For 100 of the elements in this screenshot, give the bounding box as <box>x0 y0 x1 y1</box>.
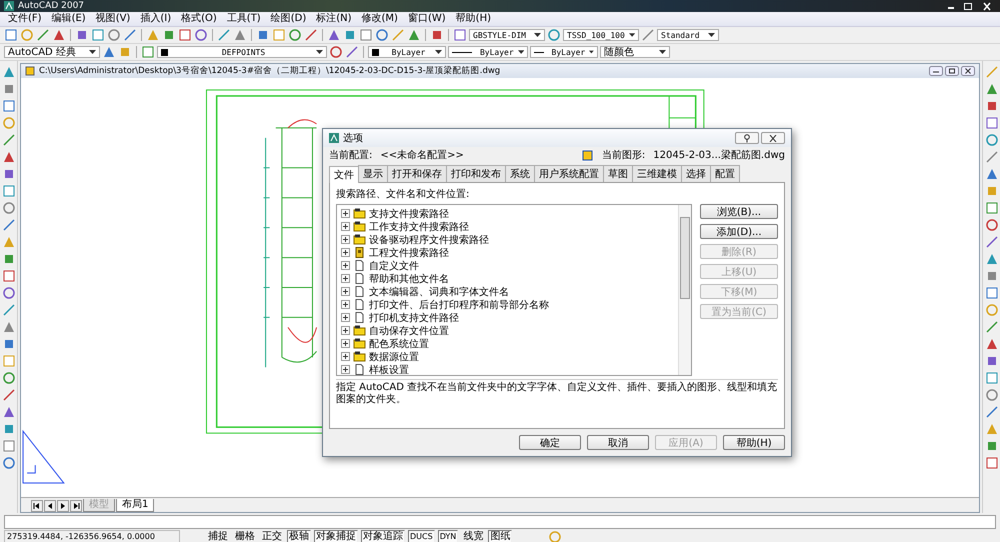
toolbar-icon[interactable] <box>984 337 998 351</box>
menu-item[interactable]: 视图(V) <box>92 12 134 26</box>
menu-item[interactable]: 编辑(E) <box>48 12 90 26</box>
expand-icon[interactable] <box>341 365 350 374</box>
toolbar-icon[interactable] <box>2 388 16 402</box>
status-toggle[interactable]: 对象追踪 <box>361 530 405 542</box>
expand-icon[interactable] <box>341 326 350 335</box>
tree-item[interactable]: 帮助和其他文件名 <box>369 272 449 286</box>
toolbar-icon[interactable] <box>178 28 192 42</box>
tree-item[interactable]: 工程文件搜索路径 <box>369 246 449 260</box>
toolbar-icon[interactable] <box>984 320 998 334</box>
toolbar-icon[interactable] <box>453 28 467 42</box>
side-button[interactable]: 浏览(B)... <box>700 204 778 219</box>
toolbar-icon[interactable] <box>141 45 155 59</box>
previous-icon[interactable] <box>44 500 56 512</box>
text-style-dropdown[interactable]: GBSTYLE-DIM <box>469 29 545 41</box>
status-toggle[interactable]: 线宽 <box>461 530 486 542</box>
toolbar-icon[interactable] <box>2 218 16 232</box>
toolbar-icon[interactable] <box>2 269 16 283</box>
menu-item[interactable]: 文件(F) <box>4 12 46 26</box>
status-toggle[interactable]: 极轴 <box>287 530 311 542</box>
dimension-style-dropdown[interactable]: TSSD_100_100 <box>563 29 639 41</box>
toolbar-icon[interactable] <box>329 45 343 59</box>
toolbar-icon[interactable] <box>984 150 998 164</box>
tree-item[interactable]: 配色系统位置 <box>369 336 429 350</box>
toolbar-icon[interactable] <box>217 28 231 42</box>
menu-item[interactable]: 标注(N) <box>312 12 356 26</box>
status-toggle[interactable]: 对象捕捉 <box>314 530 358 542</box>
toolbar-icon[interactable] <box>107 28 121 42</box>
toolbar-icon[interactable] <box>4 28 18 42</box>
lineweight-dropdown[interactable]: ByLayer <box>530 46 598 58</box>
restore-icon[interactable] <box>945 66 959 76</box>
tab[interactable]: 配置 <box>710 165 740 182</box>
help-button[interactable] <box>735 132 759 144</box>
workspace-dropdown[interactable]: AutoCAD 经典 <box>4 46 100 58</box>
tree-item[interactable]: 工作支持文件搜索路径 <box>369 220 469 234</box>
toolbar-icon[interactable] <box>2 286 16 300</box>
toolbar-icon[interactable] <box>984 133 998 147</box>
next-icon[interactable] <box>57 500 69 512</box>
menu-item[interactable]: 窗口(W) <box>404 12 450 26</box>
toolbar-icon[interactable] <box>430 28 444 42</box>
toolbar-icon[interactable] <box>2 184 16 198</box>
menu-item[interactable]: 工具(T) <box>222 12 265 26</box>
dialog-button[interactable]: 确定 <box>519 435 581 450</box>
plot-style-dropdown[interactable]: 随颜色 <box>600 46 670 58</box>
expand-icon[interactable] <box>341 352 350 361</box>
toolbar-icon[interactable] <box>984 201 998 215</box>
menu-item[interactable]: 插入(I) <box>136 12 176 26</box>
maximize-icon[interactable] <box>961 2 975 10</box>
toolbar-icon[interactable] <box>984 252 998 266</box>
tab[interactable]: 文件 <box>329 166 359 183</box>
tree-item[interactable]: 文本编辑器、词典和字体文件名 <box>369 284 509 298</box>
toolbar-icon[interactable] <box>2 65 16 79</box>
layout-tab[interactable]: 布局1 <box>116 499 154 512</box>
status-toggle[interactable]: 捕捉 <box>206 530 230 542</box>
toolbar-icon[interactable] <box>123 28 137 42</box>
status-toggle[interactable]: 图纸 <box>488 530 512 542</box>
close-button[interactable] <box>761 132 785 144</box>
tree-item[interactable]: 数据源位置 <box>369 350 419 364</box>
toolbar-icon[interactable] <box>2 354 16 368</box>
color-dropdown[interactable]: ByLayer <box>368 46 446 58</box>
toolbar-icon[interactable] <box>162 28 176 42</box>
expand-icon[interactable] <box>341 287 350 296</box>
menu-item[interactable]: 格式(O) <box>177 12 221 26</box>
expand-icon[interactable] <box>341 261 350 270</box>
tab[interactable]: 打开和保存 <box>387 165 447 182</box>
toolbar-icon[interactable] <box>984 371 998 385</box>
toolbar-icon[interactable] <box>984 286 998 300</box>
tab[interactable]: 显示 <box>358 165 388 182</box>
toolbar-icon[interactable] <box>984 218 998 232</box>
tab[interactable]: 选择 <box>681 165 711 182</box>
toolbar-icon[interactable] <box>547 28 561 42</box>
toolbar-icon[interactable] <box>641 28 655 42</box>
tab[interactable]: 系统 <box>505 165 535 182</box>
toolbar-icon[interactable] <box>2 405 16 419</box>
layer-dropdown[interactable]: DEFPOINTS <box>157 46 327 58</box>
expand-icon[interactable] <box>341 235 350 244</box>
toolbar-icon[interactable] <box>2 456 16 470</box>
expand-icon[interactable] <box>341 300 350 309</box>
side-button[interactable]: 添加(D)... <box>700 224 778 239</box>
status-toggle[interactable]: DUCS <box>408 530 435 542</box>
tree-item[interactable]: 样板设置 <box>369 362 409 376</box>
toolbar-icon[interactable] <box>2 133 16 147</box>
toolbar-icon[interactable] <box>343 28 357 42</box>
toolbar-icon[interactable] <box>2 99 16 113</box>
tree-item[interactable]: 自动保存文件位置 <box>369 324 449 338</box>
minimize-icon[interactable] <box>929 66 943 76</box>
table-style-dropdown[interactable]: Standard <box>657 29 719 41</box>
first-page-icon[interactable] <box>31 500 43 512</box>
tab[interactable]: 打印和发布 <box>446 165 506 182</box>
menu-item[interactable]: 修改(M) <box>358 12 402 26</box>
toolbar-icon[interactable] <box>359 28 373 42</box>
last-page-icon[interactable] <box>70 500 82 512</box>
toolbar-icon[interactable] <box>75 28 89 42</box>
status-toggle[interactable]: 栅格 <box>233 530 257 542</box>
toolbar-icon[interactable] <box>984 405 998 419</box>
toolbar-icon[interactable] <box>984 388 998 402</box>
expand-icon[interactable] <box>341 313 350 322</box>
tree-item[interactable]: 打印机支持文件路径 <box>369 310 459 324</box>
expand-icon[interactable] <box>341 339 350 348</box>
